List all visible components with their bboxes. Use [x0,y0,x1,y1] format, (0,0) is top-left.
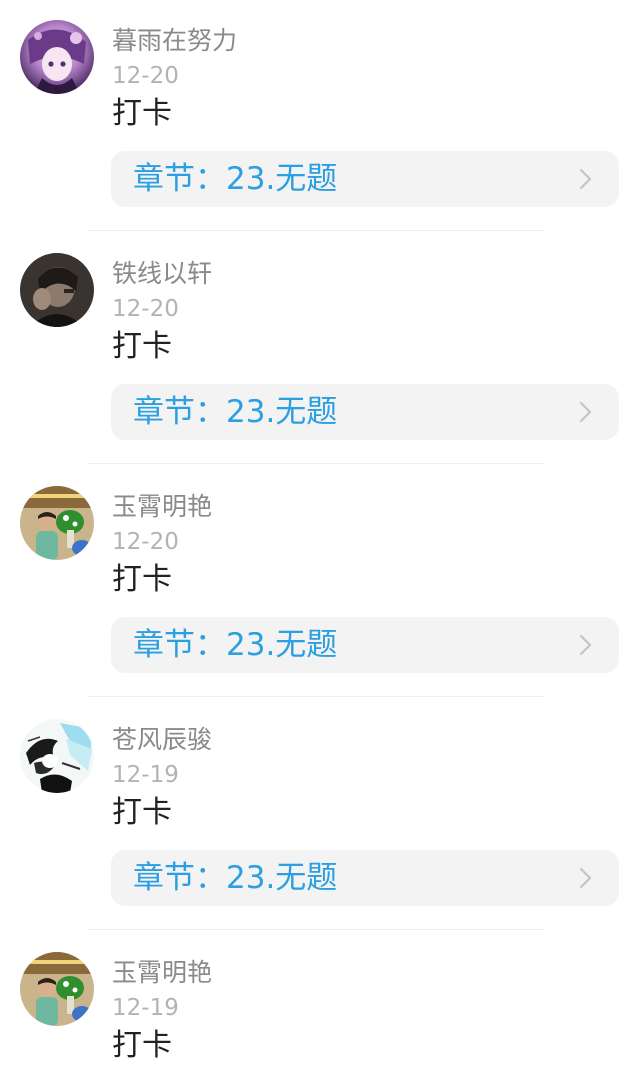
comment-item: 暮雨在努力 12-20 打卡 章节：23.无题 [0,0,640,233]
chapter-link-card[interactable]: 章节：23.无题 [111,850,619,906]
anime-sketch-avatar-icon [20,719,94,793]
chevron-right-icon [573,400,597,424]
chapter-link-card[interactable]: 章节：23.无题 [111,151,619,207]
chevron-right-icon [573,167,597,191]
chevron-right-icon [573,633,597,657]
post-date: 12-19 [112,762,179,788]
anime-girl-avatar-icon [20,20,94,94]
comment-item: 玉霄明艳 12-19 打卡 [0,932,640,1082]
divider [88,230,544,231]
post-content: 打卡 [112,329,172,364]
post-content: 打卡 [112,1028,172,1063]
post-date: 12-19 [112,995,179,1021]
chapter-label: 章节：23.无题 [133,394,338,430]
user-avatar[interactable] [20,20,94,94]
user-avatar[interactable] [20,253,94,327]
chapter-link-card[interactable]: 章节：23.无题 [111,617,619,673]
username[interactable]: 暮雨在努力 [112,24,237,58]
person-photo-avatar-icon [20,253,94,327]
username[interactable]: 铁线以轩 [112,257,212,291]
comment-feed: 暮雨在努力 12-20 打卡 章节：23.无题 铁线以轩 12-20 打卡 章节… [0,0,640,1082]
post-content: 打卡 [112,562,172,597]
chapter-label: 章节：23.无题 [133,627,338,663]
child-photo-avatar-icon [20,952,94,1026]
chevron-right-icon [573,866,597,890]
username[interactable]: 苍风辰骏 [112,723,212,757]
user-avatar[interactable] [20,486,94,560]
user-avatar[interactable] [20,952,94,1026]
post-date: 12-20 [112,529,179,555]
username[interactable]: 玉霄明艳 [112,956,212,990]
child-photo-avatar-icon [20,486,94,560]
post-date: 12-20 [112,296,179,322]
post-content: 打卡 [112,795,172,830]
post-content: 打卡 [112,96,172,131]
comment-item: 玉霄明艳 12-20 打卡 章节：23.无题 [0,466,640,699]
divider [88,929,544,930]
comment-item: 铁线以轩 12-20 打卡 章节：23.无题 [0,233,640,466]
username[interactable]: 玉霄明艳 [112,490,212,524]
post-date: 12-20 [112,63,179,89]
chapter-label: 章节：23.无题 [133,860,338,896]
divider [88,696,544,697]
user-avatar[interactable] [20,719,94,793]
divider [88,463,544,464]
chapter-link-card[interactable]: 章节：23.无题 [111,384,619,440]
comment-item: 苍风辰骏 12-19 打卡 章节：23.无题 [0,699,640,932]
chapter-label: 章节：23.无题 [133,161,338,197]
